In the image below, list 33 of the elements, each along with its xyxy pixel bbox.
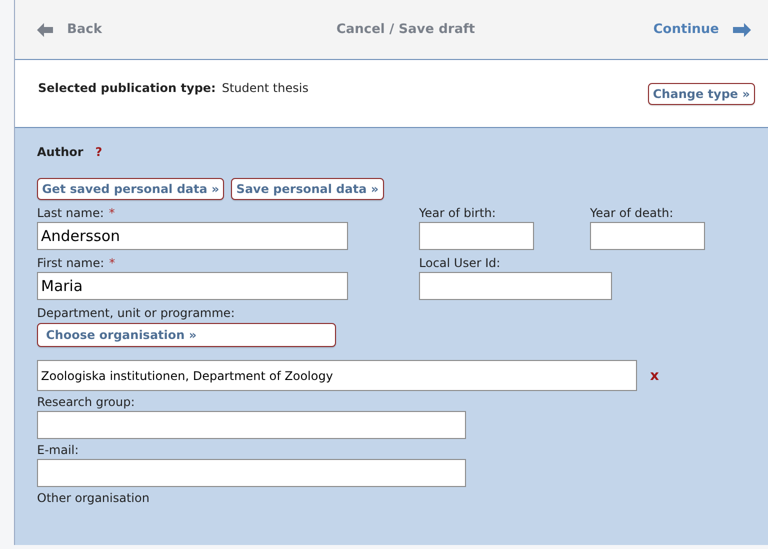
personal-data-button[interactable]: Save personal data »: [231, 178, 384, 200]
continue-link[interactable]: Continue: [653, 22, 751, 37]
arrow-right-icon: [732, 22, 751, 36]
publication-type-label: Selected publication type:: [38, 80, 216, 94]
field-label: First name:: [37, 256, 104, 271]
input-field[interactable]: [419, 222, 534, 250]
input-field[interactable]: [37, 459, 466, 487]
remove-link[interactable]: x: [650, 368, 660, 384]
input-field[interactable]: [37, 411, 466, 439]
required-asterisk: *: [109, 256, 116, 271]
personal-data-button[interactable]: Get saved personal data »: [37, 178, 224, 200]
author-heading: Author: [37, 145, 84, 159]
publication-type-value: Student thesis: [222, 80, 308, 94]
required-asterisk: *: [108, 206, 115, 221]
arrow-left-icon: [37, 22, 53, 36]
back-link[interactable]: Back: [37, 22, 102, 37]
input-field[interactable]: [419, 272, 612, 300]
field-label: Last name:: [37, 206, 104, 221]
field-label: Research group:: [37, 395, 136, 410]
field-label: E-mail:: [37, 443, 80, 458]
choose-organisation-button[interactable]: Choose organisation »: [37, 323, 336, 347]
input-field[interactable]: Maria: [37, 272, 348, 300]
field-label: Other organisation: [37, 491, 150, 506]
field-label: Year of birth:: [419, 206, 497, 221]
change-type-button[interactable]: Change type »: [648, 82, 755, 104]
input-field[interactable]: Zoologiska institutionen, Department of Zoology: [37, 360, 637, 391]
help-link[interactable]: ?: [95, 145, 102, 159]
input-field[interactable]: [590, 222, 705, 250]
field-label: Department, unit or programme:: [37, 306, 236, 321]
input-field[interactable]: Andersson: [37, 222, 348, 250]
field-label: Local User Id:: [419, 256, 502, 271]
cancel-save-draft-link[interactable]: Cancel / Save draft: [336, 22, 475, 37]
field-label: Year of death:: [590, 206, 674, 221]
